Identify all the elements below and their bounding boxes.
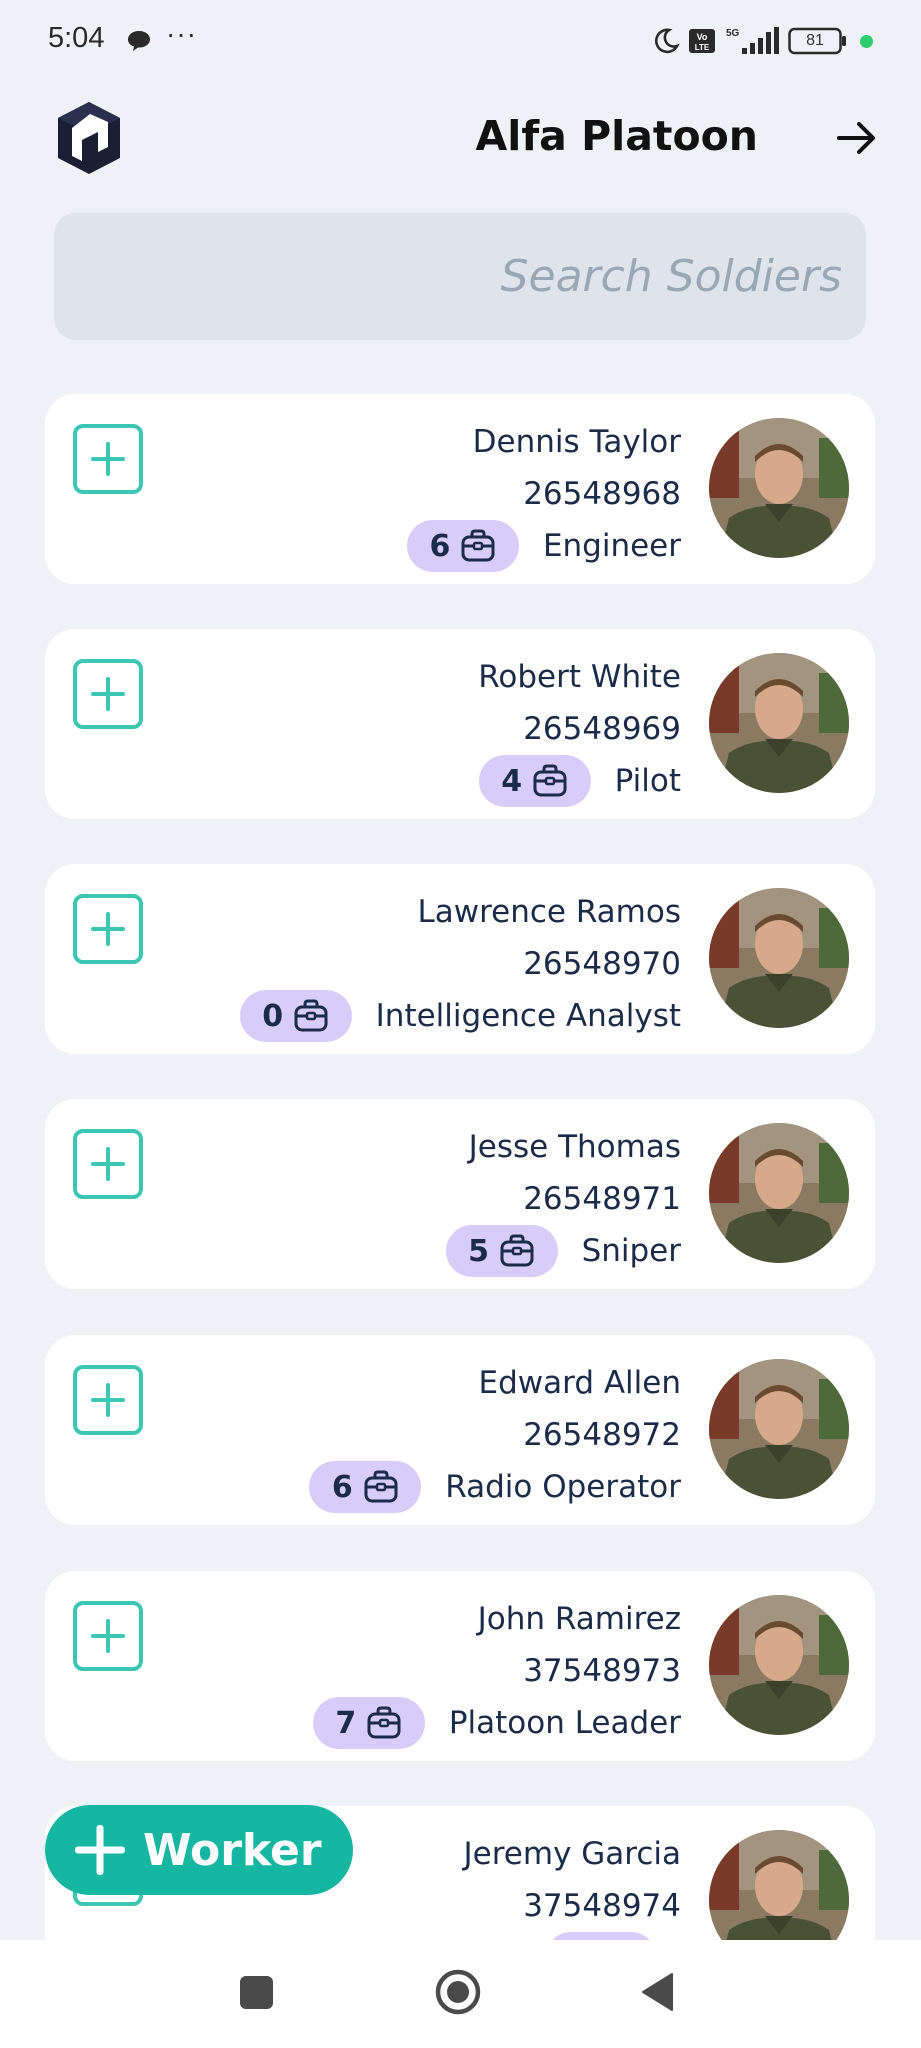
briefcase-icon (500, 1234, 534, 1267)
soldier-card[interactable]: Jesse Thomas 26548971 5 Sniper (45, 1099, 875, 1289)
home-icon[interactable] (434, 1968, 482, 2016)
soldier-name: Lawrence Ramos (417, 894, 681, 930)
soldier-role: Engineer (542, 528, 681, 564)
soldier-name: Jeremy Garcia (463, 1836, 681, 1872)
task-count: 5 (468, 1233, 489, 1269)
add-task-button[interactable] (73, 659, 143, 729)
add-worker-label: Worker (143, 1824, 322, 1876)
task-count-badge: 6 (406, 520, 519, 572)
soldier-id: 26548972 (523, 1417, 681, 1453)
soldier-card[interactable]: John Ramirez 37548973 7 Platoon Leader (45, 1571, 875, 1761)
task-count: 4 (501, 763, 523, 799)
task-count-badge: 4 (478, 755, 591, 807)
add-task-button[interactable] (73, 1601, 143, 1671)
task-count: 6 (331, 1469, 353, 1505)
soldier-card[interactable]: Edward Allen 26548972 6 Radio Operator (45, 1335, 875, 1525)
avatar (709, 1123, 849, 1263)
briefcase-icon (461, 529, 495, 562)
soldier-role: Pilot (614, 763, 681, 799)
avatar (709, 1830, 849, 1940)
soldier-id: 37548973 (523, 1653, 681, 1689)
soldier-id: 37548974 (523, 1888, 681, 1924)
soldier-id: 26548971 (523, 1181, 681, 1217)
add-task-button[interactable] (73, 1129, 143, 1199)
soldier-role: Platoon Leader (448, 1705, 681, 1741)
add-task-button[interactable] (73, 1365, 143, 1435)
avatar (709, 888, 849, 1028)
briefcase-icon (294, 999, 328, 1032)
soldier-name: Dennis Taylor (472, 424, 681, 460)
soldier-card[interactable]: Lawrence Ramos 26548970 0 Intelligence A… (45, 864, 875, 1054)
task-count-badge: 7 (312, 1697, 425, 1749)
task-count-badge: 0 (239, 990, 352, 1042)
briefcase-icon (367, 1706, 401, 1739)
soldier-info: Jesse Thomas 26548971 5 Sniper (445, 1121, 681, 1277)
recent-apps-icon[interactable] (240, 1976, 273, 2009)
soldier-card[interactable]: Robert White 26548969 4 Pilot (45, 629, 875, 819)
task-count-badge: 5 (445, 1225, 558, 1277)
system-navigation-bar (0, 1940, 921, 2048)
add-worker-button[interactable]: Worker (45, 1805, 353, 1895)
soldier-card[interactable]: Dennis Taylor 26548968 6 Engineer (45, 394, 875, 584)
avatar (709, 1595, 849, 1735)
soldier-id: 26548969 (523, 711, 681, 747)
soldier-info: Robert White 26548969 4 Pilot (478, 651, 681, 807)
soldier-info: Jeremy Garcia 37548974 (464, 1828, 681, 1940)
soldier-role: Sniper (581, 1233, 681, 1269)
avatar (709, 1359, 849, 1499)
task-count-badge: 6 (309, 1461, 422, 1513)
soldier-name: John Ramirez (477, 1601, 681, 1637)
add-task-button[interactable] (73, 894, 143, 964)
avatar (709, 418, 849, 558)
plus-icon (75, 1825, 125, 1875)
task-count: 7 (335, 1705, 357, 1741)
task-count: 0 (262, 998, 284, 1034)
task-count-badge (545, 1932, 657, 1940)
soldier-role: Radio Operator (445, 1469, 681, 1505)
briefcase-icon (364, 1470, 398, 1503)
soldier-info: Edward Allen 26548972 6 Radio Operator (309, 1357, 681, 1513)
add-task-button[interactable] (73, 424, 143, 494)
briefcase-icon (533, 764, 567, 797)
back-icon[interactable] (640, 1972, 674, 2012)
soldier-info: Lawrence Ramos 26548970 0 Intelligence A… (239, 886, 681, 1042)
soldier-name: Jesse Thomas (468, 1129, 681, 1165)
soldier-id: 26548968 (523, 476, 681, 512)
avatar (709, 653, 849, 793)
soldier-list: Dennis Taylor 26548968 6 Engineer Robert… (0, 0, 921, 1940)
soldier-name: Robert White (478, 659, 681, 695)
soldier-role: Intelligence Analyst (375, 998, 681, 1034)
task-count: 6 (429, 528, 451, 564)
soldier-name: Edward Allen (478, 1365, 682, 1401)
soldier-info: Dennis Taylor 26548968 6 Engineer (406, 416, 681, 572)
soldier-info: John Ramirez 37548973 7 Platoon Leader (312, 1593, 681, 1749)
soldier-id: 26548970 (523, 946, 681, 982)
